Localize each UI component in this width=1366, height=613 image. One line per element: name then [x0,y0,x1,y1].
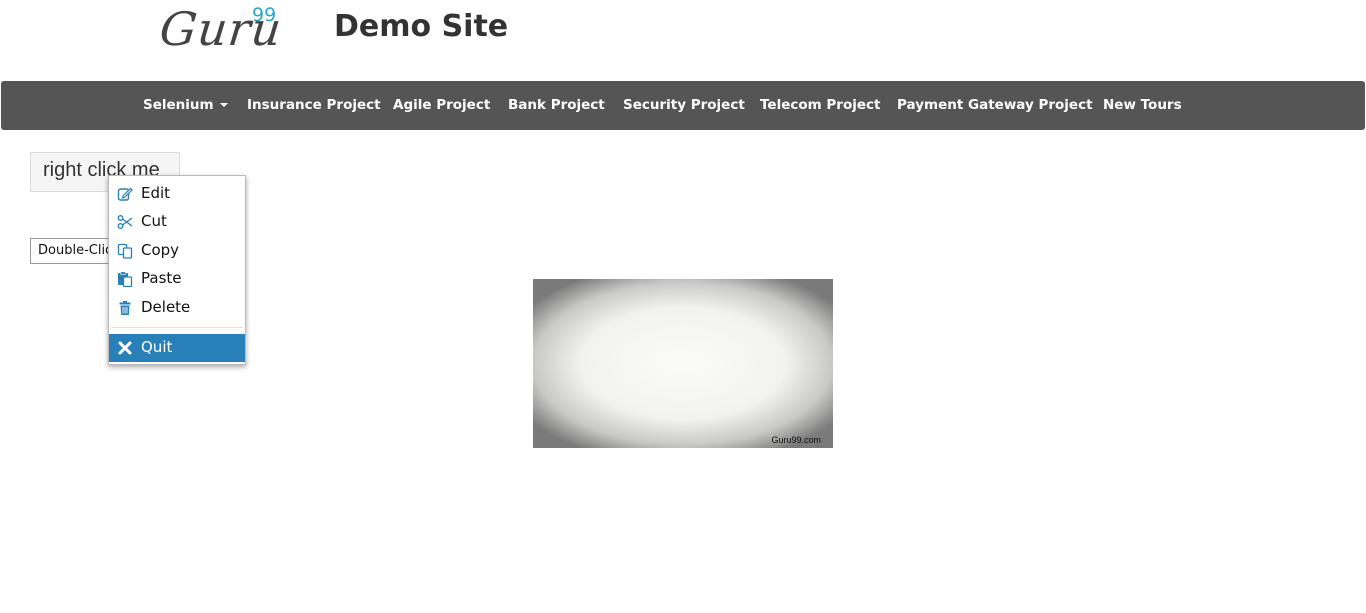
nav-security-project[interactable]: Security Project [623,81,745,130]
menu-separator [111,327,243,328]
close-icon [118,341,132,355]
site-header: Guru 99 Demo Site [0,0,1366,80]
nav-agile-project[interactable]: Agile Project [393,81,490,130]
vignette-image: Guru99.com [533,279,833,448]
nav-selenium-label: Selenium [143,97,214,113]
menu-label-cut: Cut [141,212,167,230]
context-menu-delete[interactable]: Delete [109,294,245,322]
menu-label-paste: Paste [141,269,182,287]
dropdown-caret-icon [219,103,228,107]
copy-icon [117,243,133,259]
nav-insurance-project[interactable]: Insurance Project [247,81,381,130]
nav-payment-gateway-project[interactable]: Payment Gateway Project [897,81,1093,130]
image-watermark: Guru99.com [771,435,821,445]
context-menu-cut[interactable]: Cut [109,208,245,236]
scissors-icon [117,215,133,229]
edit-icon [117,187,133,201]
logo-superscript: 99 [252,4,277,26]
nav-new-tours[interactable]: New Tours [1103,81,1182,130]
main-navbar: Selenium Insurance Project Agile Project… [1,81,1365,130]
site-title: Demo Site [334,9,509,44]
nav-selenium[interactable]: Selenium [143,81,228,130]
context-menu-quit[interactable]: Quit [109,334,245,362]
context-menu-copy[interactable]: Copy [109,237,245,265]
menu-label-copy: Copy [141,241,180,259]
menu-label-edit: Edit [141,184,171,202]
context-menu-paste[interactable]: Paste [109,265,245,293]
paste-icon [118,271,133,287]
trash-icon [119,301,131,315]
context-menu: Edit Cut Copy Paste Delete Quit [108,175,246,365]
menu-label-delete: Delete [141,298,191,316]
nav-bank-project[interactable]: Bank Project [508,81,605,130]
context-menu-edit[interactable]: Edit [109,180,245,208]
nav-telecom-project[interactable]: Telecom Project [760,81,880,130]
menu-label-quit: Quit [141,338,173,356]
